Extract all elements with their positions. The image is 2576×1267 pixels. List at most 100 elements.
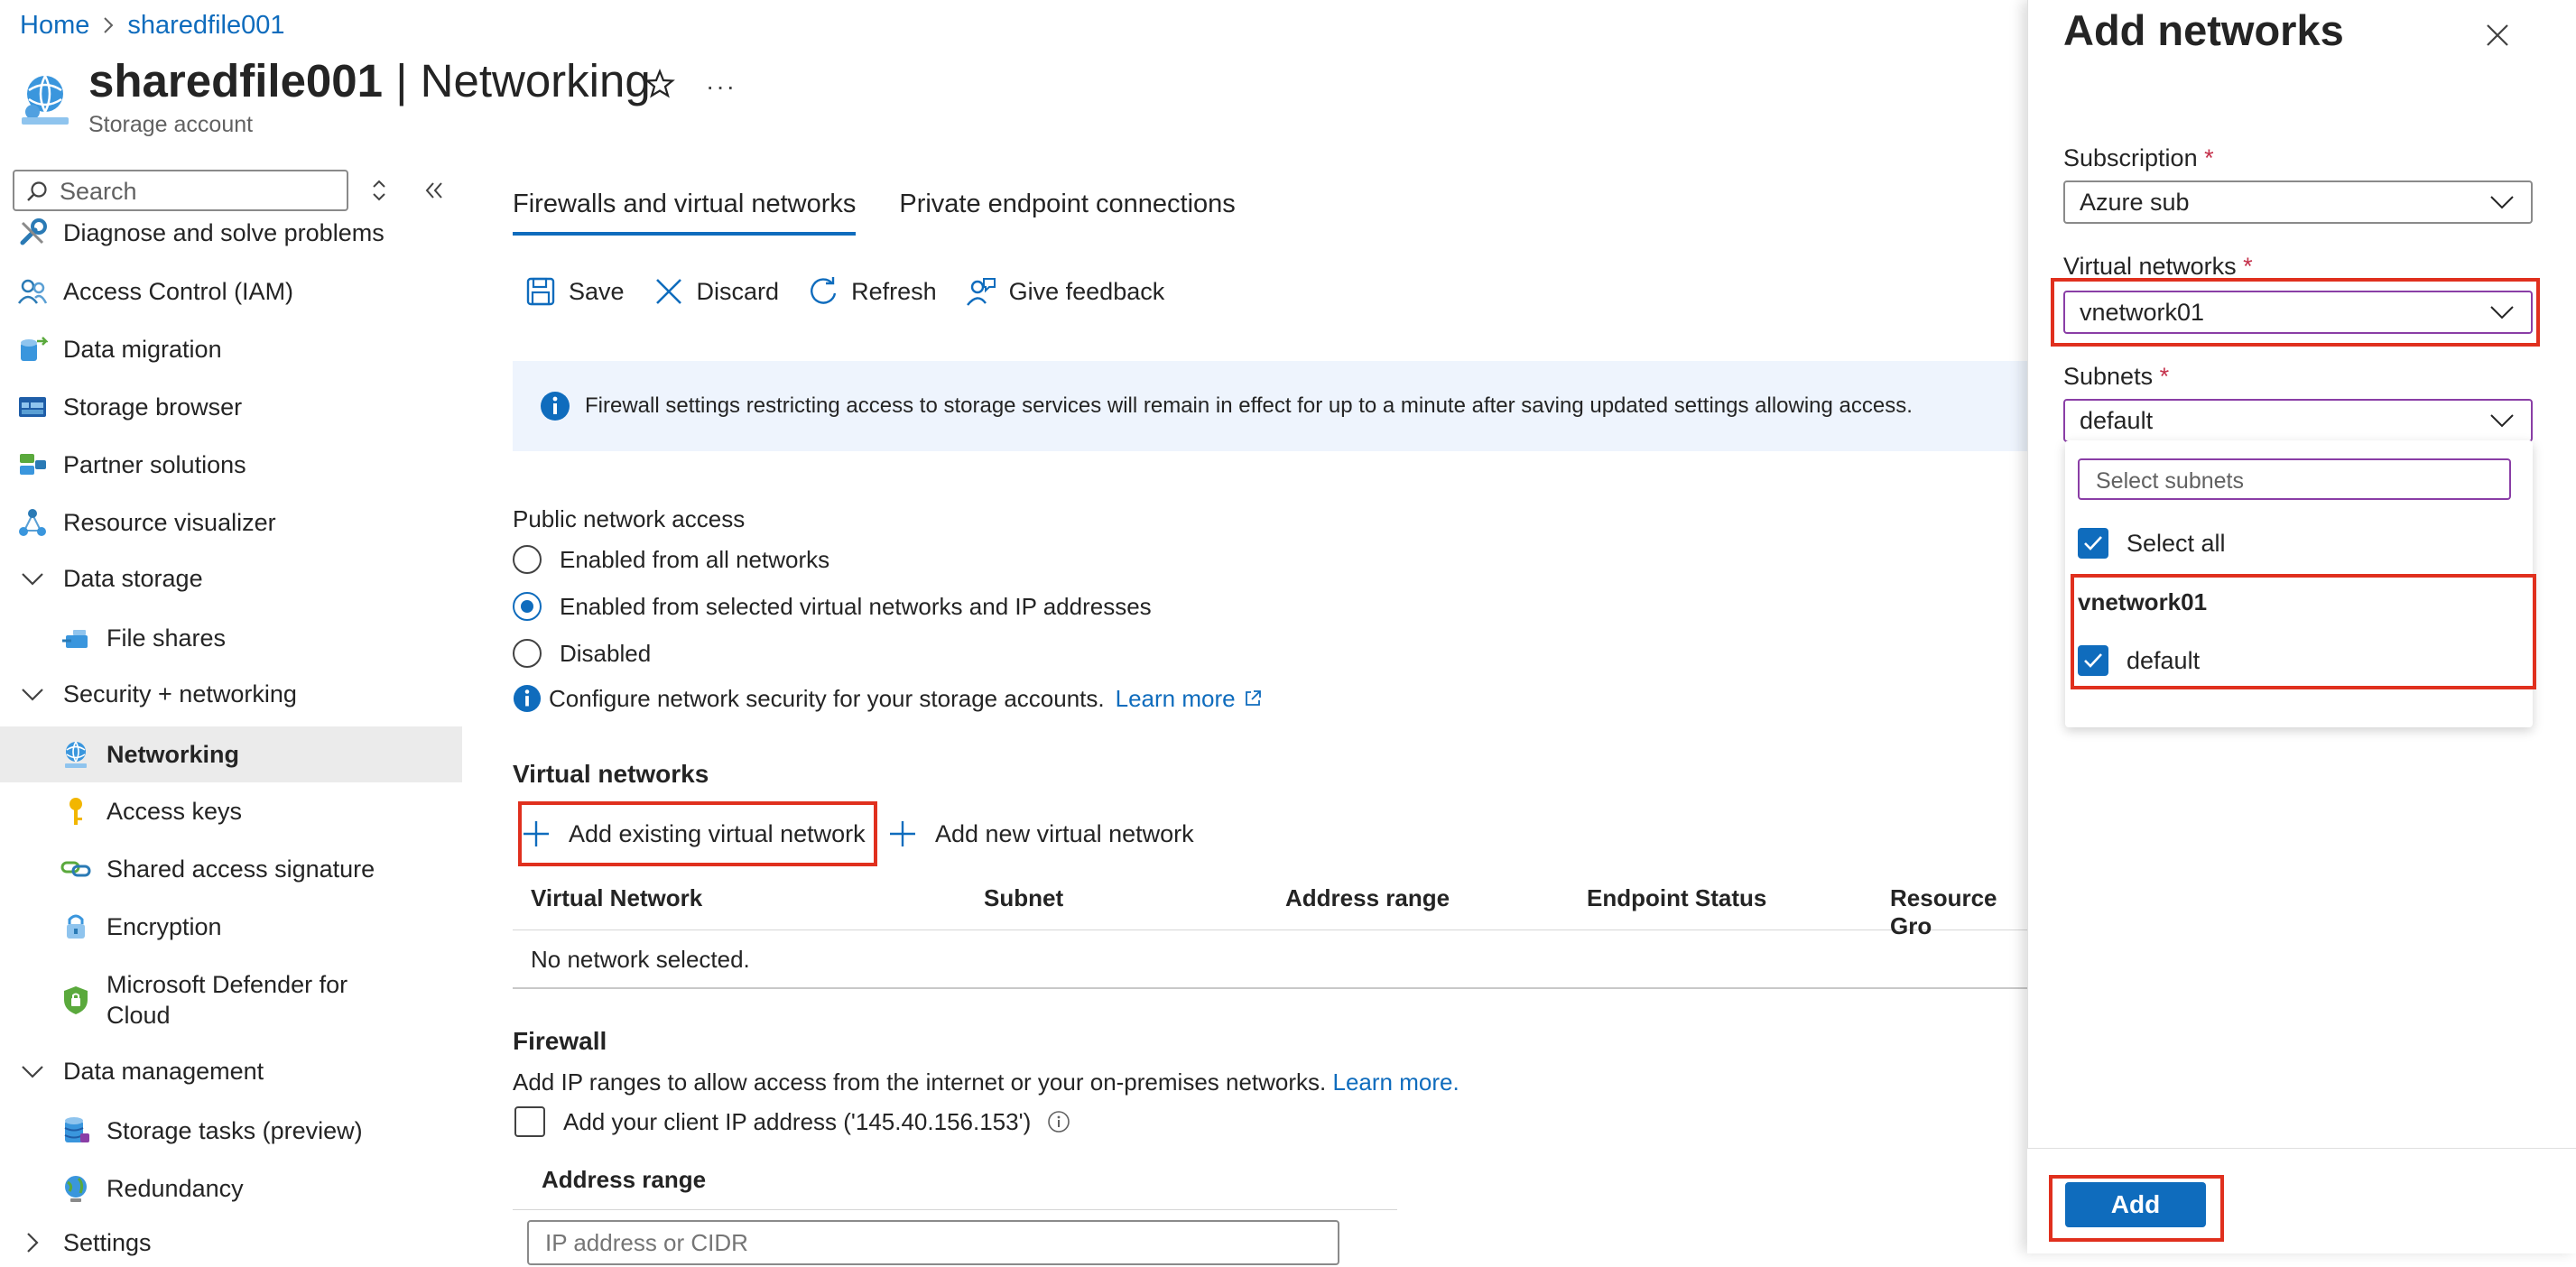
sidebar-item-redundancy[interactable]: Redundancy <box>0 1161 462 1216</box>
storage-browser-icon <box>16 391 49 423</box>
shield-icon <box>60 984 92 1016</box>
link-icon <box>60 853 92 885</box>
tab-firewalls[interactable]: Firewalls and virtual networks <box>513 190 857 236</box>
radio-selected-networks[interactable]: Enabled from selected virtual networks a… <box>513 583 1152 630</box>
breadcrumb: Home sharedfile001 <box>20 7 285 43</box>
sidebar-group-label: Data storage <box>63 564 203 592</box>
more-options-icon[interactable]: ··· <box>706 72 737 101</box>
sidebar-item-access-keys[interactable]: Access keys <box>0 783 462 839</box>
select-all-option[interactable]: Select all <box>2078 520 2226 567</box>
info-outline-icon[interactable] <box>1047 1110 1070 1133</box>
refresh-icon <box>811 277 837 304</box>
discard-button[interactable]: Discard <box>653 276 779 307</box>
chevron-right-icon <box>27 1233 39 1253</box>
public-access-label: Public network access <box>513 505 746 532</box>
collapse-sidebar-icon[interactable] <box>422 177 446 204</box>
wrench-icon <box>16 217 49 249</box>
select-all-label: Select all <box>2127 529 2226 557</box>
subnet-search-input[interactable] <box>2094 464 2495 498</box>
radio-label: Enabled from all networks <box>560 545 830 573</box>
sidebar-item-defender[interactable]: Microsoft Defender for Cloud <box>0 967 462 1032</box>
sidebar-item-partner-solutions[interactable]: Partner solutions <box>0 437 462 493</box>
vnet-table-header: Virtual Network Subnet Address range End… <box>513 879 2029 939</box>
breadcrumb-resource[interactable]: sharedfile001 <box>127 11 284 41</box>
sidebar-item-data-migration[interactable]: Data migration <box>0 321 462 377</box>
sidebar-item-diagnose[interactable]: Diagnose and solve problems <box>0 208 462 258</box>
add-new-vnet-button[interactable]: Add new virtual network <box>888 803 1194 865</box>
virtual-networks-heading: Virtual networks <box>513 760 709 788</box>
sidebar-item-storage-browser[interactable]: Storage browser <box>0 379 462 435</box>
sidebar-item-label: Storage tasks (preview) <box>107 1116 363 1144</box>
storage-networking-icon <box>22 75 69 125</box>
highlight-box <box>2049 1175 2224 1242</box>
sidebar-item-encryption[interactable]: Encryption <box>0 899 462 955</box>
chevron-down-icon <box>2490 414 2514 428</box>
radio-button[interactable] <box>513 639 542 668</box>
page-subtitle: Storage account <box>88 112 254 137</box>
radio-all-networks[interactable]: Enabled from all networks <box>513 536 1152 583</box>
client-ip-row[interactable]: Add your client IP address ('145.40.156.… <box>514 1106 1070 1137</box>
sidebar-item-resource-visualizer[interactable]: Resource visualizer <box>0 495 462 550</box>
feedback-icon <box>966 278 996 306</box>
tab-bar: Firewalls and virtual networks Private e… <box>513 190 1236 236</box>
sidebar-item-networking[interactable]: Networking <box>0 726 462 782</box>
database-icon <box>60 1114 92 1147</box>
subscription-select[interactable]: Azure sub <box>2063 180 2533 224</box>
search-input[interactable] <box>58 175 341 208</box>
highlight-box <box>518 801 877 866</box>
sidebar-item-label: Encryption <box>107 912 222 940</box>
lock-icon <box>60 911 92 943</box>
sidebar-group-data-management[interactable]: Data management <box>0 1043 462 1099</box>
radio-label: Disabled <box>560 639 652 667</box>
partner-icon <box>16 449 49 481</box>
chevron-right-icon <box>104 17 114 33</box>
close-icon[interactable] <box>2484 22 2511 49</box>
subnets-select[interactable]: default <box>2063 399 2533 442</box>
radio-button[interactable] <box>513 545 542 574</box>
save-icon <box>526 277 555 306</box>
column-header: Virtual Network <box>531 884 703 911</box>
vnet-label: Virtual networks * <box>2063 253 2253 280</box>
learn-more-link[interactable]: Learn more <box>1116 685 1236 713</box>
checkbox-checked[interactable] <box>2078 528 2108 559</box>
client-ip-checkbox[interactable] <box>514 1106 545 1137</box>
sort-icon[interactable] <box>370 177 388 204</box>
save-label: Save <box>569 277 625 305</box>
feedback-button[interactable]: Give feedback <box>966 276 1164 307</box>
sidebar-item-label: Access keys <box>107 797 243 825</box>
sidebar-group-data-storage[interactable]: Data storage <box>0 550 462 606</box>
save-button[interactable]: Save <box>525 276 625 307</box>
sidebar-item-iam[interactable]: Access Control (IAM) <box>0 264 462 319</box>
sidebar-item-label: Resource visualizer <box>63 508 276 536</box>
sidebar-item-label: Data migration <box>63 335 222 363</box>
radio-label: Enabled from selected virtual networks a… <box>560 592 1152 620</box>
sidebar-group-security-networking[interactable]: Security + networking <box>0 666 462 722</box>
radio-disabled[interactable]: Disabled <box>513 630 1152 677</box>
configure-text: Configure network security for your stor… <box>549 684 1105 712</box>
sidebar-item-label: Networking <box>107 740 240 768</box>
add-new-label: Add new virtual network <box>935 819 1194 847</box>
refresh-button[interactable]: Refresh <box>808 276 937 307</box>
sidebar-item-label: Shared access signature <box>107 855 375 883</box>
sidebar-item-label: Storage browser <box>63 393 243 421</box>
cidr-input[interactable] <box>543 1224 1323 1262</box>
sidebar-group-settings[interactable]: Settings <box>0 1218 462 1267</box>
client-ip-label: Add your client IP address ('145.40.156.… <box>563 1107 1032 1135</box>
favorite-star-icon[interactable] <box>644 69 675 99</box>
radio-button-selected[interactable] <box>513 592 542 621</box>
sidebar-item-file-shares[interactable]: File shares <box>0 610 462 666</box>
sidebar-search[interactable] <box>13 170 348 211</box>
chevron-down-icon <box>22 689 43 701</box>
sidebar-item-shared-access-signature[interactable]: Shared access signature <box>0 841 462 897</box>
check-icon <box>2084 536 2102 550</box>
cidr-field[interactable] <box>527 1220 1339 1265</box>
breadcrumb-home[interactable]: Home <box>20 11 89 41</box>
firewall-description-text: Add IP ranges to allow access from the i… <box>513 1068 1327 1096</box>
sidebar-item-storage-tasks[interactable]: Storage tasks (preview) <box>0 1103 462 1159</box>
column-header: Endpoint Status <box>1587 884 1767 911</box>
tab-private-endpoints[interactable]: Private endpoint connections <box>899 190 1235 236</box>
info-banner: Firewall settings restricting access to … <box>513 361 2029 451</box>
chevron-down-icon <box>22 573 43 586</box>
firewall-learn-more-link[interactable]: Learn more. <box>1333 1068 1459 1096</box>
subnet-search-field[interactable] <box>2078 458 2511 500</box>
